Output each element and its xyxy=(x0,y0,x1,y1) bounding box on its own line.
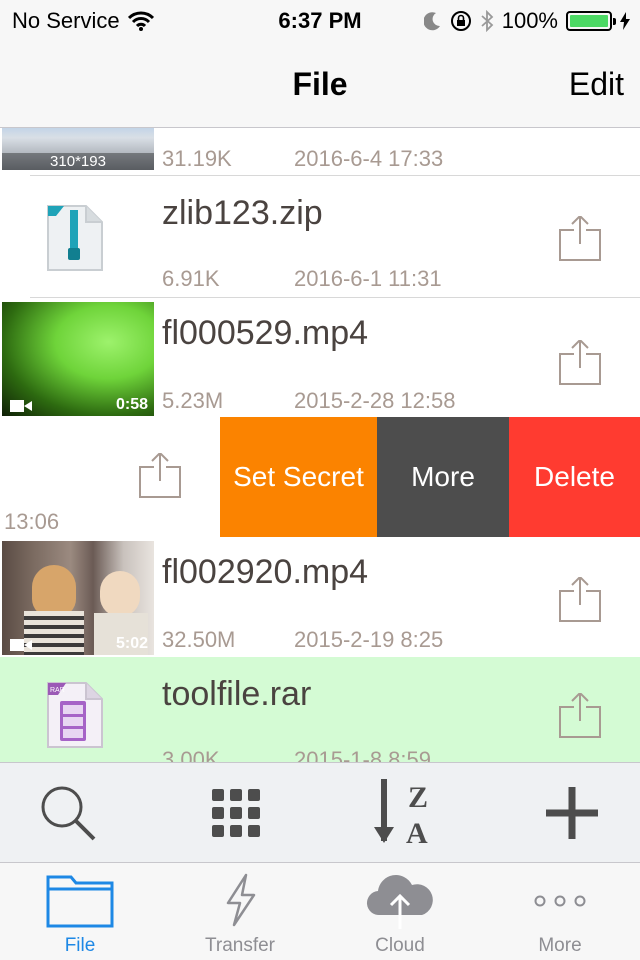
more-dots-icon xyxy=(534,895,586,907)
zip-file-icon xyxy=(47,205,103,271)
share-icon[interactable] xyxy=(558,693,602,739)
file-name: fl002920.mp4 xyxy=(162,553,369,591)
file-row[interactable]: zlib123.zip 6.91K 2016-6-1 11:31 xyxy=(0,178,640,298)
image-dimensions: 310*193 xyxy=(2,153,154,170)
bolt-icon xyxy=(226,873,256,927)
folder-icon xyxy=(46,875,114,928)
video-thumbnail: 0:58 xyxy=(2,302,154,416)
file-date: 2015-2-19 8:25 xyxy=(294,627,444,652)
share-icon[interactable] xyxy=(558,577,602,623)
tab-label: More xyxy=(538,935,582,956)
file-date: 13:06 xyxy=(4,509,60,534)
file-size: 5.23M xyxy=(162,388,224,413)
file-row[interactable]: 310*193 31.19K 2016-6-4 17:33 xyxy=(0,128,640,176)
file-row-selected[interactable]: RAR toolfile.rar 3.00K 2015-1-8 8:59 xyxy=(0,657,640,762)
tab-cloud[interactable]: Cloud xyxy=(320,863,480,960)
sort-z-a-icon[interactable]: Z A xyxy=(368,775,440,851)
delete-button[interactable]: Delete xyxy=(509,417,640,537)
swiped-file-row[interactable]: 13:06 Set Secret More Delete xyxy=(0,417,640,537)
file-date: 2015-1-8 8:59 xyxy=(294,747,431,762)
cloud-upload-icon xyxy=(366,875,433,929)
share-icon[interactable] xyxy=(138,453,182,499)
file-size: 31.19K xyxy=(162,146,232,171)
file-name: fl000529.mp4 xyxy=(162,314,369,352)
rotation-lock-icon xyxy=(450,11,471,31)
file-date: 2015-2-28 12:58 xyxy=(294,388,456,413)
image-thumbnail: 310*193 xyxy=(2,128,154,170)
video-duration: 5:02 xyxy=(115,635,148,652)
charging-icon xyxy=(620,12,630,30)
tab-more[interactable]: More xyxy=(480,863,640,960)
file-row[interactable]: 0:58 fl000529.mp4 5.23M 2015-2-28 12:58 xyxy=(0,298,640,418)
file-size: 6.91K xyxy=(162,266,220,291)
page-title: File xyxy=(292,66,348,102)
share-icon[interactable] xyxy=(558,216,602,262)
file-name: zlib123.zip xyxy=(162,194,323,232)
svg-text:RAR: RAR xyxy=(50,687,65,694)
bluetooth-icon xyxy=(481,10,494,32)
tab-transfer[interactable]: Transfer xyxy=(160,863,320,960)
tab-bar: File Transfer Cloud More xyxy=(0,862,640,960)
svg-text:A: A xyxy=(406,817,428,850)
file-list[interactable]: 310*193 31.19K 2016-6-4 17:33 zlib123.zi… xyxy=(0,128,640,762)
edit-button[interactable]: Edit xyxy=(569,66,624,103)
file-date: 2016-6-1 11:31 xyxy=(294,266,442,291)
set-secret-button[interactable]: Set Secret xyxy=(220,417,377,537)
video-camera-icon xyxy=(10,400,32,412)
file-row[interactable]: 5:02 fl002920.mp4 32.50M 2015-2-19 8:25 xyxy=(0,537,640,657)
svg-text:Z: Z xyxy=(408,781,428,814)
file-date: 2016-6-4 17:33 xyxy=(294,146,444,171)
file-size: 32.50M xyxy=(162,627,236,652)
add-icon[interactable] xyxy=(540,781,604,845)
file-name: toolfile.rar xyxy=(162,675,312,713)
moon-icon xyxy=(423,12,440,31)
battery-percent: 100% xyxy=(501,8,558,33)
tab-label: File xyxy=(64,935,96,956)
file-size: 3.00K xyxy=(162,747,220,762)
top-bar: No Service 6:37 PM 100% File Edit xyxy=(0,0,640,128)
rar-file-icon: RAR xyxy=(47,682,103,748)
video-thumbnail: 5:02 xyxy=(2,541,154,655)
video-camera-icon xyxy=(10,639,32,651)
bottom-toolbar: Z A xyxy=(0,762,640,862)
status-bar: No Service 6:37 PM 100% xyxy=(0,0,640,40)
more-button[interactable]: More xyxy=(377,417,509,537)
tab-file[interactable]: File xyxy=(0,863,160,960)
tab-label: Cloud xyxy=(375,935,425,956)
tab-label: Transfer xyxy=(204,935,276,956)
battery-icon xyxy=(566,11,616,31)
share-icon[interactable] xyxy=(558,340,602,386)
video-duration: 0:58 xyxy=(115,396,148,413)
search-icon[interactable] xyxy=(36,781,100,845)
grid-view-icon[interactable] xyxy=(204,781,268,845)
